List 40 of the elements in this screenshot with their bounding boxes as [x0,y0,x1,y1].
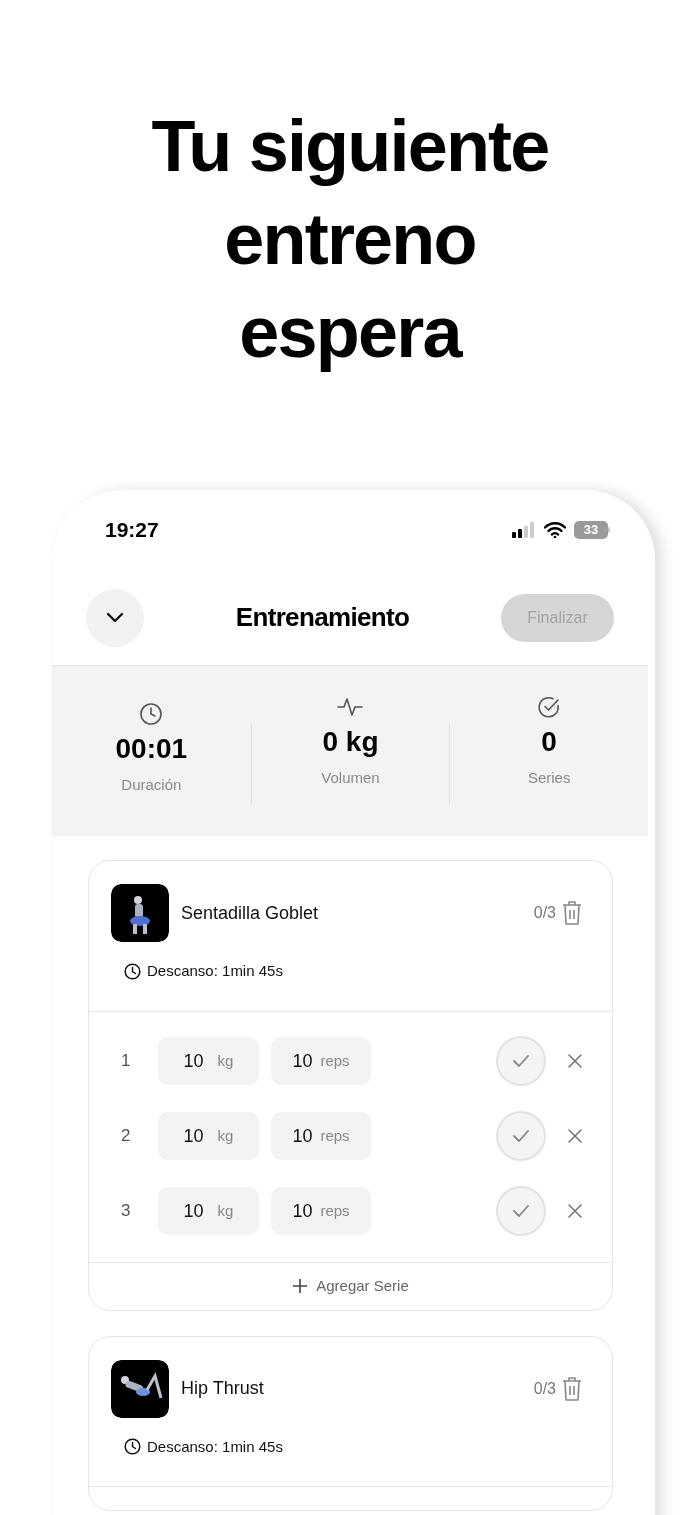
signal-icon [512,522,536,538]
status-time: 19:27 [105,517,159,544]
stat-label: Duración [121,775,182,795]
battery-icon: 33 [574,521,610,539]
stat-label: Volumen [321,767,380,788]
add-set-button[interactable]: Agregar Serie [292,1274,409,1298]
headline: Tu siguiente entreno espera [150,105,550,374]
trash-icon[interactable] [562,1375,582,1402]
weight-field[interactable]: 10 kg [158,1037,259,1085]
set-number: 3 [121,1200,132,1223]
stat-value: 0 kg [322,724,379,759]
trash-icon[interactable] [562,900,582,926]
set-number: 2 [121,1125,132,1148]
rest-time: Descanso: 1min 45s [147,1436,283,1457]
reps-field[interactable]: 10 reps [271,1187,371,1235]
exercise-name[interactable]: Hip Thrust [181,1375,534,1402]
remove-set-icon[interactable] [568,1204,582,1218]
screen-title: Entrenamiento [235,601,410,634]
clock-icon [124,962,141,980]
plus-icon [292,1278,309,1294]
reps-field[interactable]: 10 reps [271,1112,371,1160]
stat-label: Series [527,767,571,788]
rest-time: Descanso: 1min 45s [147,961,283,981]
reps-field[interactable]: 10 reps [271,1037,371,1085]
weight-field[interactable]: 10 kg [158,1112,259,1160]
stat-value: 00:01 [115,732,188,766]
wifi-icon [544,522,566,538]
stat-value: 0 [541,724,557,759]
set-number: 1 [121,1050,132,1073]
chevron-down-icon [106,611,124,624]
weight-field[interactable]: 10 kg [158,1187,259,1235]
remove-set-icon[interactable] [568,1129,582,1143]
exercise-name[interactable]: Sentadilla Goblet [181,899,534,927]
check-icon [512,1129,530,1143]
clock-icon [139,702,164,726]
remove-set-icon[interactable] [568,1054,582,1068]
check-circle-icon [537,694,562,719]
check-icon [512,1054,530,1068]
clock-icon [124,1438,141,1456]
check-icon [512,1204,530,1218]
